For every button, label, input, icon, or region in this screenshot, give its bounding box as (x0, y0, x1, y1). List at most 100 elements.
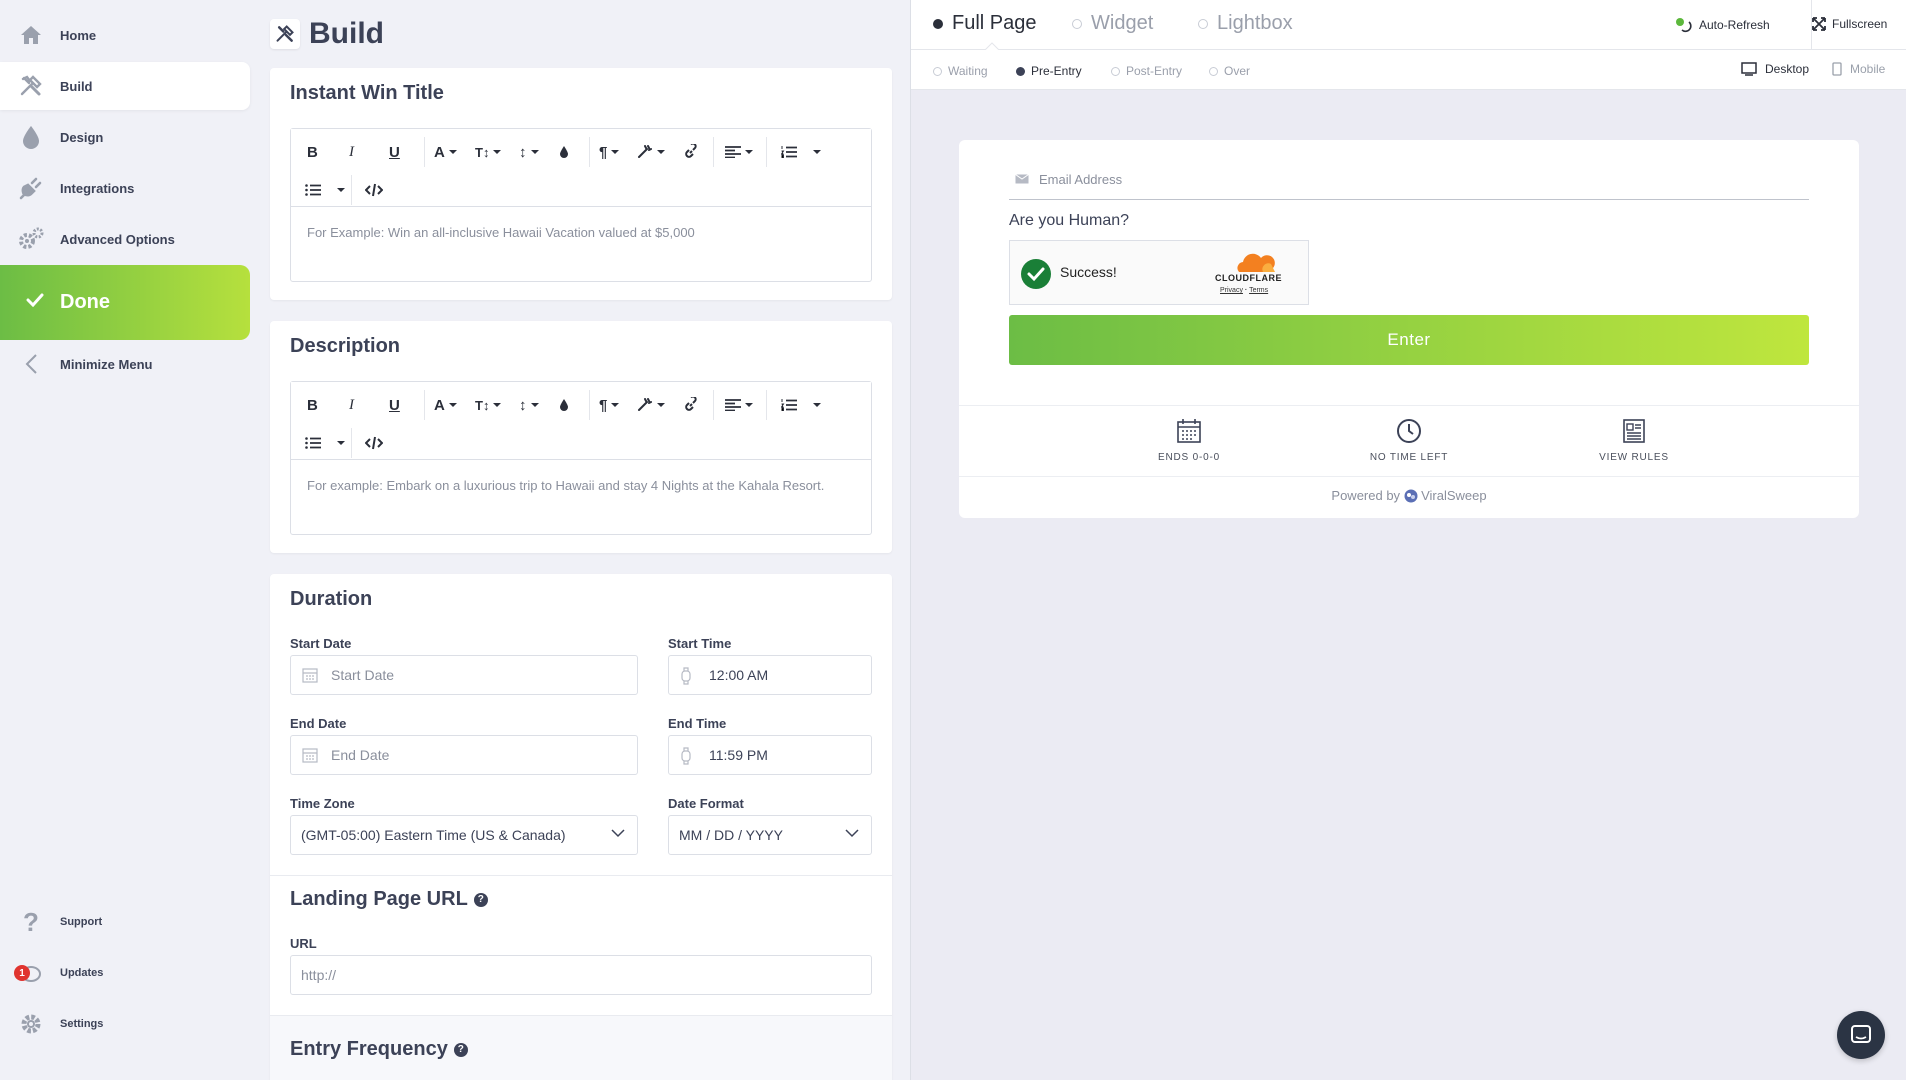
title-editor-content[interactable]: For Example: Win an all-inclusive Hawaii… (307, 225, 695, 240)
start-date-input[interactable]: Start Date (290, 655, 638, 695)
tab-full-page[interactable]: Full Page (933, 12, 1037, 35)
unordered-list-dropdown[interactable] (333, 176, 345, 204)
italic-button[interactable]: I (349, 391, 354, 419)
url-input[interactable]: http:// (290, 955, 872, 995)
unordered-list-button[interactable] (305, 429, 321, 457)
caret-down-icon (448, 403, 457, 407)
mobile-toggle[interactable]: Mobile (1832, 62, 1885, 76)
powered-by-label: Powered by (1331, 488, 1401, 503)
link-button[interactable] (683, 138, 699, 166)
enter-button[interactable]: Enter (1009, 315, 1809, 365)
cloudflare-cloud-icon (1237, 253, 1275, 272)
bold-button[interactable]: B (307, 391, 318, 419)
start-time-input[interactable]: 12:00 AM (668, 655, 872, 695)
magic-format-button[interactable] (637, 391, 665, 419)
ordered-list-dropdown[interactable] (809, 138, 821, 166)
link-button[interactable] (683, 391, 699, 419)
tab-lightbox[interactable]: Lightbox (1198, 12, 1293, 35)
help-icon[interactable]: ? (473, 892, 488, 907)
sidebar-item-build[interactable]: Build (0, 62, 250, 110)
sidebar-item-label: Advanced Options (60, 231, 175, 247)
link-separator: · (1244, 287, 1248, 294)
preview-state-bar: Waiting Pre-Entry Post-Entry Over Deskto… (911, 50, 1906, 90)
unordered-list-button[interactable] (305, 176, 321, 204)
date-format-select[interactable]: MM / DD / YYYY (668, 815, 872, 855)
font-size-button[interactable]: T↕ (475, 138, 502, 166)
tab-widget[interactable]: Widget (1072, 12, 1153, 35)
sidebar-item-advanced-options[interactable]: Advanced Options (0, 215, 250, 263)
sidebar-item-support[interactable]: ? Support (0, 898, 250, 946)
date-format-label: Date Format (668, 796, 744, 811)
question-icon: ? (23, 906, 39, 937)
desktop-toggle[interactable]: Desktop (1741, 62, 1809, 76)
bullet-list-icon (305, 437, 321, 449)
font-size-button[interactable]: T↕ (475, 391, 502, 419)
state-waiting[interactable]: Waiting (933, 64, 988, 78)
bold-button[interactable]: B (307, 138, 318, 166)
url-placeholder: http:// (301, 967, 337, 983)
cloudflare-captcha[interactable]: Success! CLOUDFLARE Privacy · Terms (1009, 240, 1309, 305)
done-button[interactable]: Done (0, 265, 250, 340)
fullscreen-button[interactable]: Fullscreen (1812, 17, 1887, 31)
magic-format-button[interactable] (637, 138, 665, 166)
sidebar-item-home[interactable]: Home (0, 11, 250, 59)
minimize-menu-button[interactable]: Minimize Menu (0, 340, 250, 388)
page-header: Build (270, 17, 384, 51)
section-title: Entry Frequency (290, 1038, 448, 1060)
italic-button[interactable]: I (349, 138, 354, 166)
sidebar-item-updates[interactable]: Updates (0, 949, 250, 997)
unordered-list-dropdown[interactable] (333, 429, 345, 457)
font-color-button[interactable]: A (434, 391, 457, 419)
privacy-link[interactable]: Privacy (1220, 287, 1243, 294)
toolbar-divider (713, 390, 714, 420)
state-over[interactable]: Over (1209, 64, 1250, 78)
captcha-question: Are you Human? (1009, 212, 1130, 229)
code-view-button[interactable] (365, 176, 383, 204)
viralsweep-logo-icon (1404, 489, 1418, 502)
ordered-list-button[interactable] (781, 391, 797, 419)
paragraph-button[interactable]: ¶ (599, 138, 620, 166)
toolbar-divider (589, 137, 590, 167)
sidebar-item-design[interactable]: Design (0, 113, 250, 161)
code-view-button[interactable] (365, 429, 383, 457)
sidebar-item-label: Build (60, 78, 93, 94)
sidebar-item-integrations[interactable]: Integrations (0, 164, 250, 212)
underline-button[interactable]: U (389, 138, 400, 166)
line-height-button[interactable]: ↕ (519, 391, 539, 419)
line-height-button[interactable]: ↕ (519, 138, 539, 166)
description-editor-content[interactable]: For example: Embark on a luxurious trip … (307, 478, 824, 493)
paragraph-button[interactable]: ¶ (599, 391, 620, 419)
start-date-label: Start Date (290, 636, 352, 651)
link-icon (685, 397, 697, 411)
tools-icon (18, 73, 44, 99)
chat-launcher-button[interactable] (1837, 1011, 1885, 1059)
font-color-button[interactable]: A (434, 138, 457, 166)
toolbar-divider (713, 137, 714, 167)
color-drop-button[interactable] (559, 138, 569, 166)
state-post-entry[interactable]: Post-Entry (1111, 64, 1182, 78)
align-button[interactable] (725, 138, 753, 166)
align-button[interactable] (725, 391, 753, 419)
timezone-select[interactable]: (GMT-05:00) Eastern Time (US & Canada) (290, 815, 638, 855)
ordered-list-dropdown[interactable] (809, 391, 821, 419)
end-time-input[interactable]: 11:59 PM (668, 735, 872, 775)
view-rules-stat[interactable]: VIEW RULES (1534, 416, 1734, 463)
radio-icon (1209, 66, 1218, 76)
sidebar-item-settings[interactable]: Settings (0, 1000, 250, 1048)
brand-link[interactable]: ViralSweep (1421, 488, 1487, 503)
end-date-input[interactable]: End Date (290, 735, 638, 775)
auto-refresh-toggle[interactable]: Auto-Refresh (1675, 17, 1770, 33)
color-drop-button[interactable] (559, 391, 569, 419)
ordered-list-button[interactable] (781, 138, 797, 166)
terms-link[interactable]: Terms (1249, 287, 1268, 294)
calendar-icon (302, 668, 318, 683)
email-input[interactable]: Email Address (1009, 164, 1809, 200)
caret-down-icon (337, 441, 345, 445)
underline-button[interactable]: U (389, 391, 400, 419)
duration-card: Duration Start Date Start Date Start Tim… (270, 574, 892, 1080)
timezone-value: (GMT-05:00) Eastern Time (US & Canada) (301, 827, 566, 843)
help-icon[interactable]: ? (453, 1042, 468, 1057)
card-title: Description (290, 335, 401, 357)
state-pre-entry[interactable]: Pre-Entry (1016, 64, 1082, 78)
email-placeholder: Email Address (1039, 172, 1123, 187)
